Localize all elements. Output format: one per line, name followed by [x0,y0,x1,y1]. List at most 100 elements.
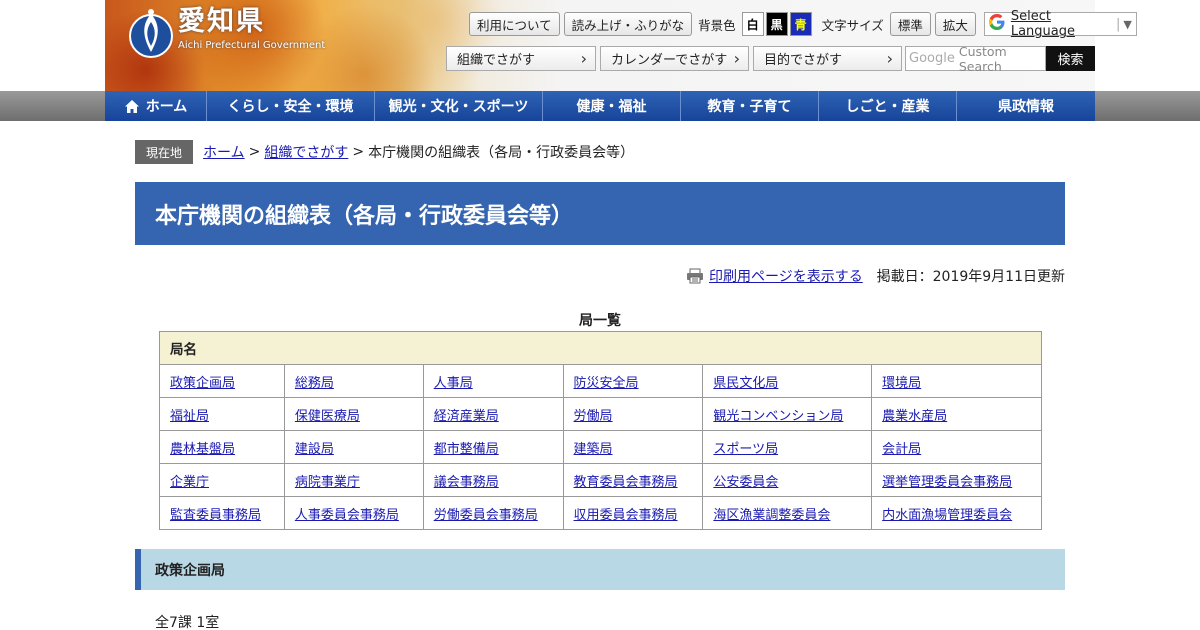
nav-label: ホーム [145,99,188,115]
bureau-link[interactable]: 教育委員会事務局 [574,475,678,490]
site-search: Google Custom Search 検索 [905,43,1095,74]
bureau-link[interactable]: 経済産業局 [434,409,499,424]
breadcrumb-separator: > [352,144,365,160]
table-cell: 建築局 [562,430,704,464]
table-cell: 企業庁 [159,463,285,497]
readaloud-button[interactable]: 読み上げ・ふりがな [563,12,693,36]
search-by-organization-button[interactable]: 組織でさがす › [446,46,596,71]
bureau-link[interactable]: 建築局 [574,442,613,457]
table-cell: 政策企画局 [159,364,285,398]
bureau-link[interactable]: 観光コンベンション局 [713,409,843,424]
bg-blue-button[interactable]: 青 [789,12,812,36]
dropdown-arrow-icon: ▼ [1123,17,1132,31]
breadcrumb-home-link[interactable]: ホーム [203,142,245,162]
bureau-link[interactable]: 保健医療局 [295,409,360,424]
nav-education[interactable]: 教育・子育て [681,91,819,121]
nav-living[interactable]: くらし・安全・環境 [207,91,375,121]
bureau-link[interactable]: 議会事務局 [434,475,499,490]
table-cell: 人事委員会事務局 [283,496,424,530]
language-selector-label: Select Language [1010,9,1075,39]
bureau-link[interactable]: 収用委員会事務局 [574,508,678,523]
font-large-button[interactable]: 拡大 [934,12,976,36]
table-row: 企業庁 病院事業庁 議会事務局 教育委員会事務局 公安委員会 選挙管理委員会事務局 [159,463,1042,497]
table-cell: 総務局 [283,364,424,398]
table-cell: 海区漁業調整委員会 [702,496,873,530]
breadcrumb-separator: > [248,144,261,160]
search-nav-label: 組織でさがす [457,53,536,68]
bg-white-button[interactable]: 白 [741,12,764,36]
breadcrumb-parent-link[interactable]: 組織でさがす [264,142,348,162]
table-cell: 保健医療局 [283,397,424,431]
usage-button[interactable]: 利用について [469,12,560,36]
site-logo[interactable]: 愛知県 Aichi Prefectural Government [128,6,325,60]
bureau-link[interactable]: 建設局 [295,442,334,457]
bureau-link[interactable]: 内水面漁場管理委員会 [882,508,1012,523]
bureau-link[interactable]: 労働局 [574,409,613,424]
nav-health[interactable]: 健康・福祉 [543,91,681,121]
bureau-link[interactable]: 監査委員事務局 [170,508,261,523]
search-input[interactable]: Google Custom Search [905,43,1046,74]
bureau-link[interactable]: 総務局 [295,376,334,391]
nav-home[interactable]: ホーム [105,91,207,121]
bureau-link[interactable]: 県民文化局 [713,376,778,391]
table-cell: 収用委員会事務局 [562,496,704,530]
bureau-link[interactable]: 労働委員会事務局 [434,508,538,523]
table-cell: 内水面漁場管理委員会 [871,496,1042,530]
utility-bar: 利用について 読み上げ・ふりがな 背景色 白 黒 青 文字サイズ 標準 拡大 S… [469,9,1137,39]
nav-government[interactable]: 県政情報 [957,91,1095,121]
table-cell: 経済産業局 [422,397,564,431]
bureau-link[interactable]: 都市整備局 [434,442,499,457]
bureau-link[interactable]: 企業庁 [170,475,209,490]
print-page-link[interactable]: 印刷用ページを表示する [709,266,863,286]
bureau-link[interactable]: 人事局 [434,376,473,391]
language-selector[interactable]: Select Language | ▼ [983,9,1137,39]
site-header: 愛知県 Aichi Prefectural Government 利用について … [0,0,1200,91]
bureau-link[interactable]: 農林基盤局 [170,442,235,457]
bureau-table: 局名 政策企画局 総務局 人事局 防災安全局 県民文化局 環境局福祉局 保健医療局 経済産業局… [159,331,1042,530]
table-cell: 労働局 [562,397,704,431]
bureau-link[interactable]: 公安委員会 [713,475,778,490]
table-cell: 農林基盤局 [159,430,285,464]
bureau-link[interactable]: 会計局 [882,442,921,457]
table-caption: 局一覧 [579,313,621,329]
bureau-link[interactable]: 海区漁業調整委員会 [713,508,830,523]
breadcrumb: 現在地 ホーム > 組織でさがす > 本庁機関の組織表（各局・行政委員会等） [135,140,634,164]
bureau-link[interactable]: 人事委員会事務局 [295,508,399,523]
bureau-link[interactable]: スポーツ局 [713,442,778,457]
logo-subtitle: Aichi Prefectural Government [178,40,326,51]
search-by-purpose-button[interactable]: 目的でさがす › [753,46,902,71]
aichi-emblem-icon [129,9,173,58]
bureau-link[interactable]: 農業水産局 [882,409,947,424]
table-body: 政策企画局 総務局 人事局 防災安全局 県民文化局 環境局福祉局 保健医療局 経済産業局 労働局… [159,364,1042,530]
section-heading: 政策企画局 [135,549,1065,590]
table-cell: 建設局 [283,430,424,464]
bureau-link[interactable]: 選挙管理委員会事務局 [882,475,1012,490]
publish-date: 掲載日：2019年9月11日更新 [876,269,1065,285]
table-cell: 県民文化局 [702,364,873,398]
bg-black-button[interactable]: 黒 [765,12,788,36]
nav-work[interactable]: しごと・産業 [819,91,957,121]
table-cell: 公安委員会 [702,463,873,497]
bureau-link[interactable]: 政策企画局 [170,376,235,391]
table-row: 福祉局 保健医療局 経済産業局 労働局 観光コンベンション局 農業水産局 [159,397,1042,431]
page-title: 本庁機関の組織表（各局・行政委員会等） [135,182,1065,245]
search-button[interactable]: 検索 [1046,46,1095,71]
printer-icon [687,268,703,284]
table-header-row: 局名 [159,331,1042,365]
global-nav: ホーム くらし・安全・環境 観光・文化・スポーツ 健康・福祉 教育・子育て しご… [105,91,1095,121]
search-nav: 組織でさがす › カレンダーでさがす › 目的でさがす › [446,46,906,71]
table-cell: 病院事業庁 [283,463,424,497]
search-nav-label: カレンダーでさがす [611,53,728,68]
search-placeholder: Custom Search [958,43,1007,74]
font-standard-button[interactable]: 標準 [889,12,931,36]
table-cell: 会計局 [871,430,1042,464]
bureau-link[interactable]: 福祉局 [170,409,209,424]
nav-tourism[interactable]: 観光・文化・スポーツ [375,91,543,121]
bureau-link[interactable]: 病院事業庁 [295,475,360,490]
search-by-calendar-button[interactable]: カレンダーでさがす › [600,46,749,71]
table-cell: スポーツ局 [702,430,873,464]
search-nav-label: 目的でさがす [764,53,843,68]
table-cell: 防災安全局 [562,364,704,398]
bureau-link[interactable]: 防災安全局 [574,376,639,391]
bureau-link[interactable]: 環境局 [882,376,921,391]
